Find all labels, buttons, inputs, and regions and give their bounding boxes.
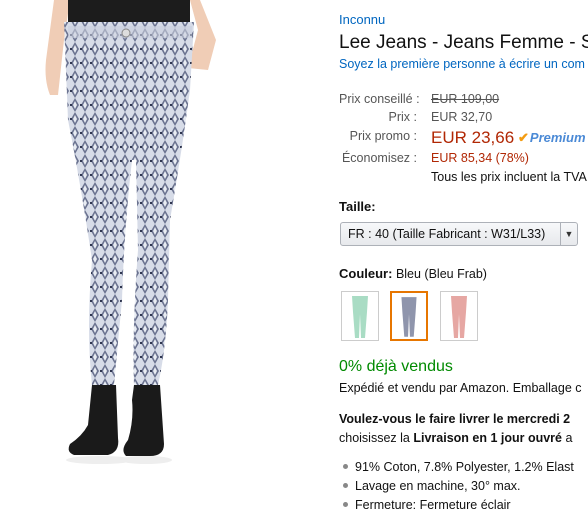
delivery-line: choisissez la Livraison en 1 jour ouvré …: [339, 431, 572, 445]
product-image[interactable]: [40, 0, 230, 470]
swatch-mint[interactable]: [341, 291, 379, 341]
price-value: EUR 32,70: [431, 110, 493, 124]
delivery-prefix: choisissez la: [339, 431, 414, 445]
vat-note: Tous les prix incluent la TVA: [431, 170, 587, 184]
bullet-icon: [343, 483, 348, 489]
write-review-link[interactable]: Soyez la première personne à écrire un c…: [339, 57, 585, 71]
size-label: Taille:: [339, 199, 376, 214]
prime-label: Premium: [529, 130, 586, 145]
stock-status: 0% déjà vendus: [339, 358, 453, 375]
chevron-down-icon: ▼: [560, 223, 577, 245]
feature-item: Lavage en machine, 30° max.: [343, 479, 521, 493]
list-price: EUR 109,00: [431, 92, 500, 106]
bullet-icon: [343, 502, 348, 508]
feature-item: 91% Coton, 7.8% Polyester, 1.2% Elast: [343, 460, 574, 474]
savings-value: EUR 85,34 (78%): [431, 151, 529, 165]
feature-text: 91% Coton, 7.8% Polyester, 1.2% Elast: [355, 460, 574, 474]
prime-badge[interactable]: ✔Premium: [518, 130, 586, 146]
swatch-grey-print[interactable]: [390, 291, 428, 341]
list-price-label: Prix conseillé :: [339, 92, 420, 106]
size-select[interactable]: FR : 40 (Taille Fabricant : W31/L33) ▼: [340, 222, 578, 246]
shipped-by-text: Expédié et vendu par Amazon. Emballage c: [339, 381, 582, 395]
color-row: Couleur: Bleu (Bleu Frab): [339, 266, 487, 281]
mint-jeans-thumbnail: [352, 296, 368, 338]
color-label: Couleur:: [339, 266, 393, 281]
price-label: Prix :: [388, 110, 417, 124]
savings-label: Économisez :: [341, 151, 417, 165]
promo-price: EUR 23,66: [431, 128, 515, 147]
delivery-option: Livraison en 1 jour ouvré: [413, 431, 562, 445]
brand-link[interactable]: Inconnu: [339, 12, 385, 27]
check-icon: ✔: [518, 130, 529, 145]
bullet-icon: [343, 464, 348, 470]
color-value: Bleu (Bleu Frab): [395, 267, 487, 281]
swatch-pink[interactable]: [440, 291, 478, 341]
grey-jeans-thumbnail: [401, 297, 417, 337]
delivery-suffix: a: [562, 431, 573, 445]
pink-jeans-thumbnail: [451, 296, 467, 338]
feature-text: Lavage en machine, 30° max.: [355, 479, 521, 493]
product-title: Lee Jeans - Jeans Femme - S: [339, 32, 588, 53]
size-selected-value: FR : 40 (Taille Fabricant : W31/L33): [348, 227, 546, 241]
delivery-question: Voulez-vous le faire livrer le mercredi …: [339, 412, 571, 426]
promo-price-label: Prix promo :: [349, 129, 417, 143]
